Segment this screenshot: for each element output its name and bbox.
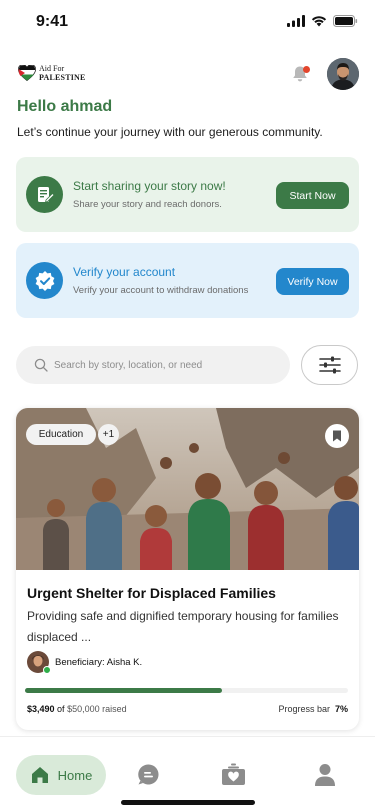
verified-badge-icon	[26, 262, 63, 299]
status-icons	[287, 15, 358, 27]
search-icon	[34, 358, 48, 372]
heart-flag-logo-icon	[18, 65, 36, 81]
app-logo: Aid For PALESTINE	[18, 64, 86, 82]
nav-home-tab[interactable]: Home	[16, 755, 106, 795]
raised-value: $3,490	[27, 704, 55, 714]
user-avatar-image	[327, 58, 359, 90]
beneficiary-label: Beneficiary: Aisha K.	[55, 656, 143, 668]
home-indicator	[121, 800, 255, 805]
nav-home-label: Home	[57, 767, 93, 783]
search-bar[interactable]	[16, 346, 290, 384]
cellular-signal-icon	[287, 15, 305, 27]
progress-percent: 7%	[334, 704, 348, 714]
more-tags-badge[interactable]: +1	[98, 424, 119, 445]
story-title[interactable]: Urgent Shelter for Displaced Families	[27, 585, 276, 601]
progress-bar	[25, 688, 348, 693]
profile-icon[interactable]	[314, 763, 336, 787]
beneficiary: Beneficiary: Aisha K.	[27, 651, 143, 674]
start-now-button[interactable]: Start Now	[276, 182, 349, 209]
verified-check-icon	[43, 666, 51, 674]
beneficiary-avatar	[27, 651, 51, 674]
progress-bar-fill	[25, 688, 223, 693]
greeting-title: Hello ahmad	[17, 98, 113, 115]
share-card-title: Start sharing your story now!	[73, 179, 226, 193]
category-tag[interactable]: Education	[26, 424, 96, 445]
status-time: 9:41	[36, 13, 69, 30]
share-card-description: Share your story and reach donors.	[73, 199, 222, 210]
raised-of: of	[57, 704, 65, 714]
story-card[interactable]: Education +1 Urgent Shelter for Displace…	[16, 408, 359, 730]
share-story-card[interactable]: Start sharing your story now! Share your…	[16, 157, 359, 232]
home-icon	[31, 767, 48, 783]
verify-card-title: Verify your account	[73, 265, 176, 279]
document-edit-icon	[26, 176, 63, 213]
story-image: Education +1	[16, 408, 359, 570]
verify-card-description: Verify your account to withdraw donation…	[73, 285, 249, 296]
verify-account-card[interactable]: Verify your account Verify your account …	[16, 243, 359, 318]
filter-button[interactable]	[301, 345, 358, 385]
user-avatar[interactable]	[327, 58, 359, 90]
verify-now-button[interactable]: Verify Now	[276, 268, 349, 295]
bookmark-button[interactable]	[325, 424, 349, 448]
battery-icon	[333, 15, 358, 27]
story-description: Providing safe and dignified temporary h…	[27, 609, 339, 644]
chat-icon[interactable]	[137, 763, 160, 786]
filter-sliders-icon	[318, 356, 341, 374]
logo-line-1: Aid For	[39, 64, 65, 73]
donation-box-icon[interactable]	[221, 763, 246, 786]
progress-info: Progress bar 7%	[278, 704, 348, 714]
greeting-subtitle: Let’s continue your journey with our gen…	[17, 125, 323, 139]
bookmark-icon	[333, 430, 341, 442]
logo-line-2: PALESTINE	[39, 73, 86, 82]
wifi-icon	[311, 16, 327, 27]
status-bar: 9:41	[0, 0, 375, 44]
logo-text: Aid For PALESTINE	[39, 64, 86, 82]
raised-amount: $3,490 of $50,000 raised	[27, 704, 127, 714]
notification-badge	[303, 66, 310, 73]
raised-goal: $50,000 raised	[67, 704, 127, 714]
search-input[interactable]	[54, 359, 274, 371]
progress-label: Progress bar	[278, 704, 330, 714]
